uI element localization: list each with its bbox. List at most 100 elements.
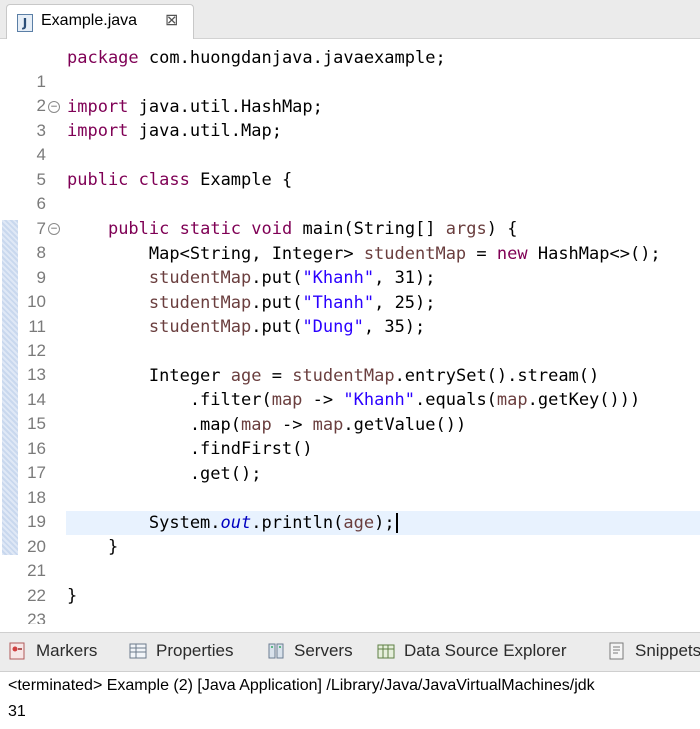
snippets-icon xyxy=(609,642,624,660)
code-line[interactable]: 19 xyxy=(0,486,700,531)
keyword: package xyxy=(67,48,139,68)
keyword: new xyxy=(496,244,528,264)
tab-markers[interactable]: Markers xyxy=(8,641,97,661)
code-text: .put( xyxy=(251,268,303,288)
code-line[interactable]: 10 studentMap.put("Khanh", 31); xyxy=(0,266,700,311)
code-text: Example { xyxy=(189,170,293,190)
code-text: Integer xyxy=(67,366,231,386)
code-line[interactable]: 8 − public static void main(String[] arg… xyxy=(0,217,700,262)
code-text: } xyxy=(67,586,78,606)
code-text: .put( xyxy=(251,317,303,337)
code-line[interactable]: 6 public class Example { xyxy=(0,168,700,213)
java-file-icon: J xyxy=(17,14,33,32)
static-field: out xyxy=(220,513,252,533)
code-text: ); xyxy=(374,513,395,533)
code-text: , 31); xyxy=(374,268,436,288)
code-text: HashMap<>(); xyxy=(527,244,661,264)
keyword: public xyxy=(67,170,129,190)
code-text: .map( xyxy=(67,415,241,435)
string-literal: "Khanh" xyxy=(343,390,416,410)
code-text: , 25); xyxy=(374,293,436,313)
code-line[interactable]: 16 .map(map -> map.getValue()) xyxy=(0,413,700,458)
code-text: .println( xyxy=(251,513,344,533)
console-status-line: <terminated> Example (2) [Java Applicati… xyxy=(0,673,700,699)
lambda-parameter: map xyxy=(496,390,528,410)
code-text: System. xyxy=(67,513,221,533)
local-variable: studentMap xyxy=(148,268,252,288)
code-line[interactable]: 18 .get(); xyxy=(0,462,700,507)
code-text: com.huongdanjava.javaexample; xyxy=(138,48,446,68)
keyword: class xyxy=(138,170,190,190)
code-line[interactable]: 13 xyxy=(0,339,700,384)
code-line[interactable]: 17 .findFirst() xyxy=(0,437,700,482)
tab-snippets[interactable]: Snippets xyxy=(607,641,700,661)
code-text: .findFirst() xyxy=(67,439,313,459)
code-line[interactable]: 22 xyxy=(0,560,700,605)
local-variable: studentMap xyxy=(292,366,395,386)
code-line[interactable]: 20 System.out.println(age); xyxy=(0,511,700,556)
data-source-explorer-icon xyxy=(377,644,395,659)
code-line[interactable]: 9 Map<String, Integer> studentMap = new … xyxy=(0,242,700,287)
tab-label: Snippets xyxy=(635,641,700,660)
console-output: 31 xyxy=(8,703,26,720)
tab-properties[interactable]: Properties xyxy=(128,641,233,661)
markers-icon xyxy=(9,642,25,660)
code-line[interactable]: 5 xyxy=(0,144,700,189)
properties-icon xyxy=(129,643,147,659)
code-line[interactable]: 11 studentMap.put("Thanh", 25); xyxy=(0,291,700,336)
tab-data-source-explorer[interactable]: Data Source Explorer xyxy=(376,641,567,661)
local-variable: age xyxy=(343,513,375,533)
code-line[interactable]: 12 studentMap.put("Dung", 35); xyxy=(0,315,700,360)
fold-collapse-icon[interactable]: − xyxy=(48,101,60,113)
tab-label: Markers xyxy=(36,641,98,660)
editor-tab-bar: J Example.java ⊠ xyxy=(0,0,700,39)
editor-tab-title: Example.java xyxy=(41,12,138,29)
keyword: import xyxy=(67,121,129,141)
code-line[interactable]: 2 xyxy=(0,70,700,115)
code-text: = xyxy=(261,366,293,386)
string-literal: "Thanh" xyxy=(302,293,375,313)
lambda-parameter: map xyxy=(271,390,303,410)
editor-tab-example-java[interactable]: J Example.java ⊠ xyxy=(6,4,194,39)
close-icon[interactable]: ⊠ xyxy=(165,10,178,29)
local-variable: studentMap xyxy=(148,293,252,313)
code-line[interactable]: 4 import java.util.Map; xyxy=(0,119,700,164)
text-cursor xyxy=(395,513,398,533)
bottom-panel-tab-bar: Markers Properties Servers Data Source E… xyxy=(0,632,700,672)
code-line[interactable]: 1 package com.huongdanjava.javaexample; xyxy=(0,46,700,91)
string-literal: "Khanh" xyxy=(302,268,375,288)
code-line[interactable]: 14 Integer age = studentMap.entrySet().s… xyxy=(0,364,700,409)
tab-label: Properties xyxy=(156,641,234,660)
code-text: -> xyxy=(271,415,313,435)
code-text: .put( xyxy=(251,293,303,313)
code-line[interactable]: 23 } xyxy=(0,584,700,624)
code-line[interactable]: 7 xyxy=(0,193,700,238)
servers-icon xyxy=(268,643,284,659)
code-line[interactable]: 15 .filter(map -> "Khanh".equals(map.get… xyxy=(0,388,700,433)
code-text: .filter( xyxy=(67,390,272,410)
code-line[interactable]: 3 − import java.util.HashMap; xyxy=(0,95,700,140)
code-editor[interactable]: 1 package com.huongdanjava.javaexample; … xyxy=(0,39,700,624)
code-line[interactable]: 21 } xyxy=(0,535,700,580)
keyword: static xyxy=(179,219,242,239)
fold-collapse-icon[interactable]: − xyxy=(48,223,60,235)
lambda-parameter: map xyxy=(312,415,344,435)
code-text: main(String[] xyxy=(292,219,446,239)
code-text: } xyxy=(67,537,119,557)
code-text: Map<String, Integer> xyxy=(67,244,364,264)
code-text: .entrySet().stream() xyxy=(394,366,600,386)
tab-servers[interactable]: Servers xyxy=(266,641,353,661)
code-text: , 35); xyxy=(363,317,426,337)
code-line[interactable]: 24 xyxy=(0,609,700,624)
keyword: import xyxy=(67,97,129,117)
tab-label: Servers xyxy=(294,641,353,660)
keyword: public xyxy=(107,219,170,239)
code-text: java.util.Map; xyxy=(128,121,282,141)
